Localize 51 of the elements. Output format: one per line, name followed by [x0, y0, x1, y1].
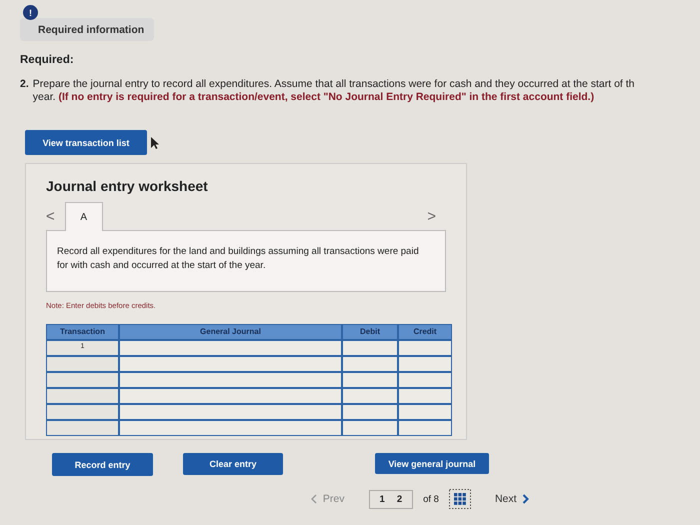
chevron-right-icon [522, 494, 530, 504]
column-header: Credit [399, 325, 451, 339]
previous-arrow[interactable]: < [46, 208, 65, 231]
column-header: Debit [343, 325, 397, 339]
account-field[interactable] [120, 389, 341, 403]
worksheet-tab[interactable]: A [64, 202, 103, 231]
view-general-journal-button[interactable]: View general journal [375, 453, 489, 474]
debit-field[interactable] [343, 389, 397, 403]
credit-field[interactable] [399, 405, 451, 419]
section-heading: Required: [20, 54, 75, 66]
account-field[interactable] [120, 405, 341, 419]
next-button[interactable]: Next [494, 493, 532, 505]
page-selector[interactable]: 1 2 [368, 490, 414, 508]
debit-field[interactable] [343, 373, 397, 387]
page-count: of 8 [423, 494, 439, 504]
transaction-cell [47, 421, 118, 435]
transaction-cell [47, 405, 118, 419]
chevron-left-icon [311, 494, 317, 504]
worksheet-title: Journal entry worksheet [46, 178, 209, 194]
required-information-tab[interactable]: Required information [20, 18, 154, 40]
transaction-cell [47, 357, 118, 371]
account-field[interactable] [120, 357, 341, 371]
page-number[interactable]: 1 [380, 494, 385, 504]
view-transaction-list-button[interactable]: View transaction list [25, 130, 147, 155]
transaction-cell [47, 373, 118, 387]
description-text: Record all expenditures for the land and buildings assuming all transactions were paid for with cash and occurred at the start of the year. [57, 245, 420, 273]
question-text: year. (If no entry is required for a transaction/event, select "No Journal Entry Required" in the first account field.) [32, 91, 596, 104]
debit-field[interactable] [343, 357, 397, 371]
question-number: 2. [20, 78, 29, 92]
credit-field[interactable] [399, 341, 451, 355]
column-header: Transaction [47, 325, 118, 339]
credit-field[interactable] [399, 373, 451, 387]
mouse-pointer-icon [150, 136, 160, 150]
grid-icon[interactable] [448, 489, 471, 509]
column-header: General Journal [120, 325, 341, 339]
transaction-cell [47, 389, 118, 403]
credit-field[interactable] [399, 389, 451, 403]
account-field[interactable] [120, 421, 341, 435]
question-text: Prepare the journal entry to record all expenditures. Assume that all transactions were for cash and they occurred at the start of th [32, 78, 635, 91]
clear-entry-button[interactable]: Clear entry [183, 453, 283, 475]
credit-field[interactable] [399, 357, 451, 371]
alert-badge: ! [23, 5, 38, 20]
page-number[interactable]: 2 [396, 494, 402, 504]
credit-field[interactable] [399, 421, 451, 435]
next-arrow[interactable]: > [427, 208, 446, 231]
debit-field[interactable] [343, 405, 397, 419]
account-field[interactable] [120, 373, 341, 387]
debit-field[interactable] [343, 421, 397, 435]
record-entry-button[interactable]: Record entry [52, 453, 153, 476]
debit-field[interactable] [343, 341, 397, 355]
account-field[interactable] [120, 341, 341, 355]
